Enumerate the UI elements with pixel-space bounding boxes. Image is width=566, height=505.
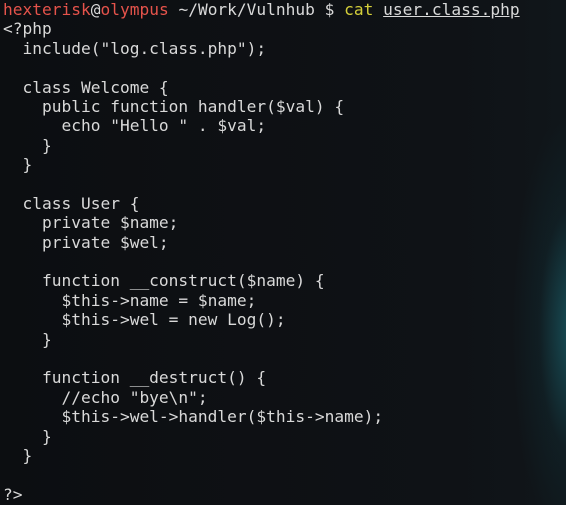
- terminal-window[interactable]: hexterisk@olympus ~/Work/Vulnhub $ cat u…: [0, 0, 566, 505]
- prompt-path: ~/Work/Vulnhub: [178, 0, 315, 19]
- terminal-output: hexterisk@olympus ~/Work/Vulnhub $ cat u…: [3, 0, 566, 505]
- prompt-symbol: $: [324, 0, 335, 19]
- command-name: cat: [344, 0, 374, 19]
- code-line: ?>: [3, 484, 23, 504]
- code-line: class User {: [3, 193, 140, 213]
- code-line: public function handler($val) {: [3, 96, 345, 116]
- command-argument[interactable]: user.class.php: [383, 0, 519, 19]
- code-line: }: [3, 155, 33, 175]
- code-line: }: [3, 329, 52, 349]
- code-line: }: [3, 135, 52, 155]
- prompt-user: hexterisk: [3, 0, 91, 19]
- code-line: }: [3, 426, 52, 446]
- code-line: include("log.class.php");: [3, 38, 267, 58]
- code-line: $this->wel = new Log();: [3, 310, 286, 330]
- code-line: <?php: [3, 19, 52, 39]
- prompt-at: @: [90, 0, 101, 19]
- code-line: $this->wel->handler($this->name);: [3, 407, 384, 427]
- prompt-line: hexterisk@olympus ~/Work/Vulnhub $ cat u…: [3, 0, 566, 19]
- code-line: class Welcome {: [3, 77, 169, 97]
- code-line: private $wel;: [3, 232, 169, 252]
- code-line: $this->name = $name;: [3, 290, 257, 310]
- code-line: function __construct($name) {: [3, 271, 325, 291]
- code-line: }: [3, 445, 33, 465]
- code-line: private $name;: [3, 213, 179, 233]
- prompt-host: olympus: [100, 0, 169, 19]
- code-line: //echo "bye\n";: [3, 387, 208, 407]
- code-line: echo "Hello " . $val;: [3, 116, 267, 136]
- code-line: function __destruct() {: [3, 368, 267, 388]
